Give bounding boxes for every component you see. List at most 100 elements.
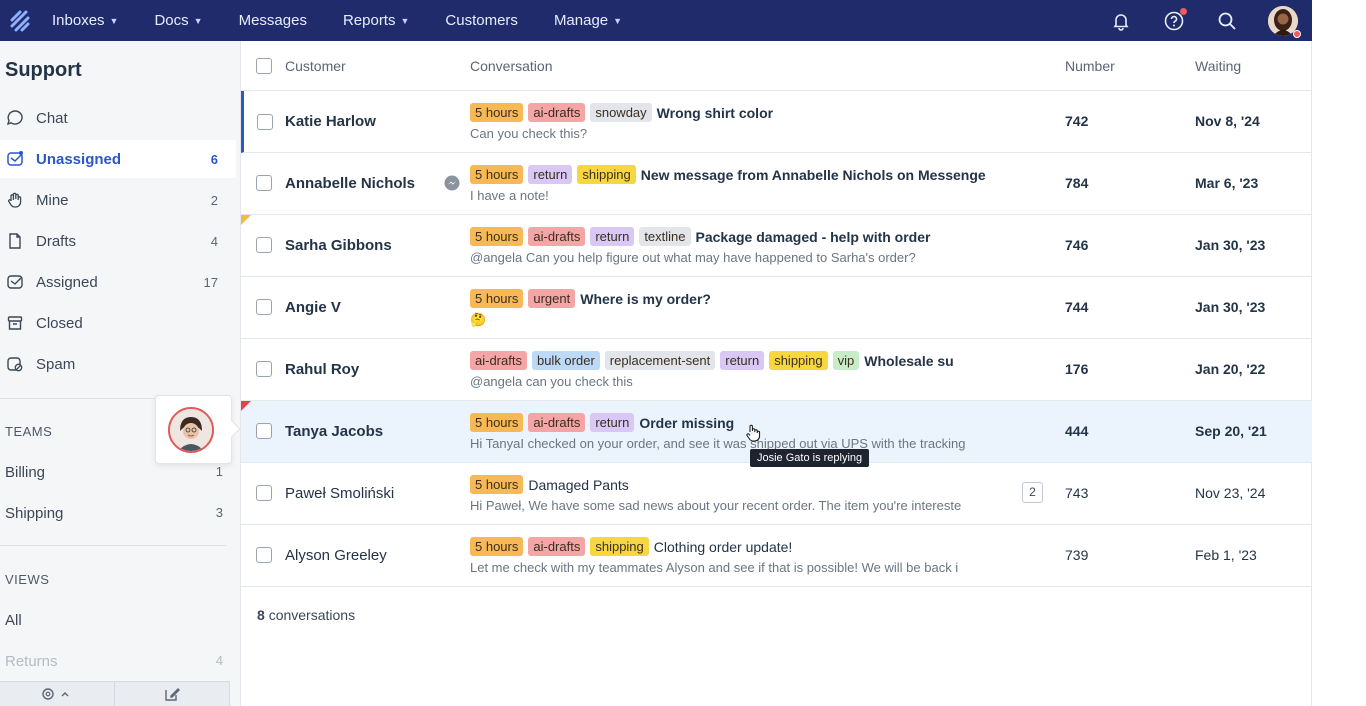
row-checkbox[interactable] (256, 175, 272, 191)
conversation-subject: Clothing order update! (653, 538, 793, 555)
table-row[interactable]: Annabelle Nichols 5 hours return shippin… (241, 153, 1312, 215)
tag-badge[interactable]: snowday (590, 103, 652, 122)
search-icon[interactable] (1215, 9, 1239, 33)
column-header-customer[interactable]: Customer (285, 58, 346, 74)
row-checkbox[interactable] (256, 237, 272, 253)
chevron-down-icon: ▼ (193, 15, 203, 26)
tag-badge[interactable]: ai-drafts (470, 351, 527, 370)
nav-customers[interactable]: Customers (445, 12, 518, 29)
tag-badge[interactable]: replacement-sent (604, 351, 716, 370)
tag-badge[interactable]: urgent (528, 289, 576, 308)
sidebar: Support Chat Unassigned 6 Mine 2 Drafts … (0, 41, 241, 706)
tag-badge[interactable]: 5 hours (470, 289, 524, 308)
replying-tooltip: Josie Gato is replying (750, 449, 870, 467)
tag-badge[interactable]: 5 hours (470, 537, 524, 556)
settings-button[interactable] (0, 682, 115, 706)
sidebar-view-returns[interactable]: Returns 4 (5, 653, 225, 670)
row-checkbox[interactable] (256, 547, 272, 563)
row-checkbox[interactable] (256, 299, 272, 315)
tag-badge[interactable]: shipping (577, 165, 636, 184)
chevron-down-icon: ▼ (109, 15, 119, 26)
user-avatar[interactable] (1268, 5, 1301, 38)
tag-badge[interactable]: shipping (769, 351, 828, 370)
waiting-time: Mar 6, '23 (1195, 175, 1259, 191)
tag-badge[interactable]: shipping (590, 537, 649, 556)
conversation-count-label: conversations (268, 607, 356, 623)
compose-button[interactable] (115, 682, 230, 706)
conversation-subject-line: 5 hours ai-drafts shipping Clothing orde… (470, 537, 985, 556)
conversation-preview: @angela can you check this (470, 374, 633, 389)
sidebar-item-chat[interactable]: Chat (0, 99, 236, 137)
tag-badge[interactable]: ai-drafts (528, 227, 586, 246)
tag-badge[interactable]: ai-drafts (528, 537, 586, 556)
helpscout-logo-icon[interactable] (4, 7, 36, 35)
row-checkbox[interactable] (257, 114, 273, 130)
nav-inboxes[interactable]: Inboxes ▼ (52, 12, 118, 29)
sidebar-item-unassigned[interactable]: Unassigned 6 (0, 140, 236, 178)
sidebar-item-label: Assigned (36, 273, 98, 291)
customer-name: Annabelle Nichols (285, 175, 416, 192)
tag-badge[interactable]: return (590, 227, 635, 246)
select-all-checkbox[interactable] (256, 58, 272, 74)
row-checkbox[interactable] (256, 485, 272, 501)
sidebar-item-mine[interactable]: Mine 2 (0, 181, 236, 219)
tag-badge[interactable]: 5 hours (470, 413, 524, 432)
conversation-number: 784 (1065, 175, 1089, 191)
table-row[interactable]: Rahul Roy ai-drafts bulk order replaceme… (241, 339, 1312, 401)
table-row[interactable]: Tanya Jacobs 5 hours ai-drafts return Or… (241, 401, 1312, 467)
tag-badge[interactable]: 5 hours (470, 103, 524, 122)
table-row[interactable]: Paweł Smoliński 5 hours Damaged Pants Hi… (241, 463, 1312, 525)
tag-badge[interactable]: 5 hours (470, 227, 524, 246)
sidebar-item-closed[interactable]: Closed (0, 304, 236, 342)
nav-reports[interactable]: Reports ▼ (343, 12, 409, 29)
row-checkbox[interactable] (256, 423, 272, 439)
nav-docs[interactable]: Docs ▼ (154, 12, 202, 29)
chat-icon (5, 108, 25, 128)
table-row[interactable]: Alyson Greeley 5 hours ai-drafts shippin… (241, 525, 1312, 587)
conversation-count-footer: 8 conversations (257, 607, 355, 623)
nav-manage[interactable]: Manage ▼ (554, 12, 622, 29)
sidebar-item-label: Unassigned (36, 150, 122, 168)
tag-badge[interactable]: bulk order (531, 351, 600, 370)
tag-badge[interactable]: return (720, 351, 765, 370)
sidebar-item-assigned[interactable]: Assigned 17 (0, 263, 236, 301)
tag-badge[interactable]: 5 hours (470, 475, 524, 494)
waiting-time: Nov 23, '24 (1195, 485, 1266, 501)
sidebar-item-drafts[interactable]: Drafts 4 (0, 222, 236, 260)
tag-badge[interactable]: textline (639, 227, 691, 246)
waiting-time: Jan 20, '22 (1195, 361, 1266, 377)
teams-section-header: TEAMS (5, 424, 53, 439)
customer-name: Tanya Jacobs (285, 423, 384, 440)
sidebar-item-count: 3 (215, 505, 223, 520)
conversation-subject: Wholesale su (864, 352, 954, 369)
tag-badge[interactable]: 5 hours (470, 165, 524, 184)
tag-badge[interactable]: ai-drafts (528, 413, 586, 432)
conversation-preview: I have a note! (470, 188, 549, 203)
sidebar-divider (0, 545, 226, 546)
sidebar-view-all[interactable]: All (5, 612, 225, 629)
table-row[interactable]: Angie V 5 hours urgent Where is my order… (241, 277, 1312, 339)
conversation-subject-line: 5 hours return shipping New message from… (470, 165, 985, 184)
column-header-number[interactable]: Number (1065, 58, 1115, 74)
hand-pointer-cursor-icon (745, 424, 761, 445)
status-dot (1293, 29, 1301, 38)
row-checkbox[interactable] (256, 361, 272, 377)
table-row[interactable]: Sarha Gibbons 5 hours ai-drafts return t… (241, 215, 1312, 277)
column-header-conversation[interactable]: Conversation (470, 58, 553, 74)
notifications-bell-icon[interactable] (1109, 9, 1133, 33)
customer-name: Alyson Greeley (285, 547, 387, 564)
conversation-subject-line: ai-drafts bulk order replacement-sent re… (470, 351, 985, 370)
sidebar-item-spam[interactable]: Spam (0, 345, 236, 383)
help-icon[interactable] (1162, 7, 1187, 33)
tag-badge[interactable]: return (590, 413, 635, 432)
sidebar-team-billing[interactable]: Billing 1 (5, 464, 225, 481)
nav-messages[interactable]: Messages (239, 12, 307, 29)
tag-badge[interactable]: vip (832, 351, 860, 370)
thread-count-badge: 2 (1022, 482, 1043, 503)
sidebar-team-shipping[interactable]: Shipping 3 (5, 505, 225, 522)
column-header-waiting[interactable]: Waiting (1195, 58, 1241, 74)
agent-avatar-popover[interactable] (155, 395, 241, 464)
tag-badge[interactable]: ai-drafts (528, 103, 586, 122)
table-row[interactable]: Katie Harlow 5 hours ai-drafts snowday W… (241, 91, 1312, 153)
tag-badge[interactable]: return (528, 165, 573, 184)
